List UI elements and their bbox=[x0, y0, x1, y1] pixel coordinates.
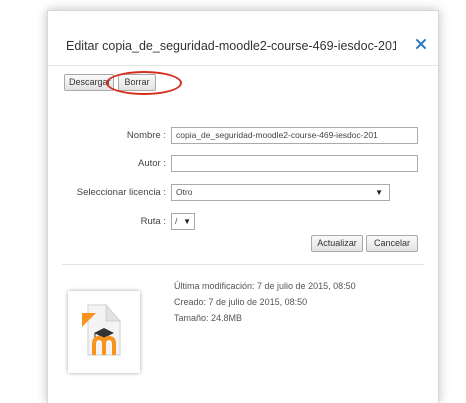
file-size: Tamaño: 24.8MB bbox=[174, 313, 243, 323]
author-label: Autor : bbox=[138, 158, 166, 169]
license-selected-value: Otro bbox=[176, 187, 193, 197]
license-label: Seleccionar licencia : bbox=[76, 187, 166, 198]
moodle-backup-icon bbox=[82, 303, 122, 356]
author-field[interactable] bbox=[171, 155, 418, 172]
file-edit-dialog: Editar copia_de_seguridad-moodle2-course… bbox=[47, 10, 439, 403]
dropdown-arrow-icon: ▼ bbox=[375, 188, 383, 197]
path-select[interactable]: / ▼ bbox=[171, 213, 195, 230]
delete-button[interactable]: Borrar bbox=[118, 74, 156, 91]
name-label: Nombre : bbox=[126, 130, 166, 141]
update-button[interactable]: Actualizar bbox=[311, 235, 363, 252]
path-selected-value: / bbox=[175, 216, 178, 226]
modified-date: Última modificación: 7 de julio de 2015,… bbox=[174, 281, 356, 291]
close-icon[interactable] bbox=[414, 37, 428, 51]
cancel-button[interactable]: Cancelar bbox=[366, 235, 418, 252]
path-label: Ruta : bbox=[140, 216, 166, 227]
dropdown-arrow-icon: ▼ bbox=[183, 217, 191, 226]
license-select[interactable]: Otro ▼ bbox=[171, 184, 390, 201]
dialog-title: Editar copia_de_seguridad-moodle2-course… bbox=[66, 39, 396, 53]
dialog-header: Editar copia_de_seguridad-moodle2-course… bbox=[48, 11, 438, 66]
download-button[interactable]: Descargar bbox=[64, 74, 114, 91]
created-date: Creado: 7 de julio de 2015, 08:50 bbox=[174, 297, 308, 307]
name-field[interactable]: copia_de_seguridad-moodle2-course-469-ie… bbox=[171, 127, 418, 144]
file-thumbnail bbox=[68, 291, 140, 373]
separator bbox=[62, 264, 424, 265]
